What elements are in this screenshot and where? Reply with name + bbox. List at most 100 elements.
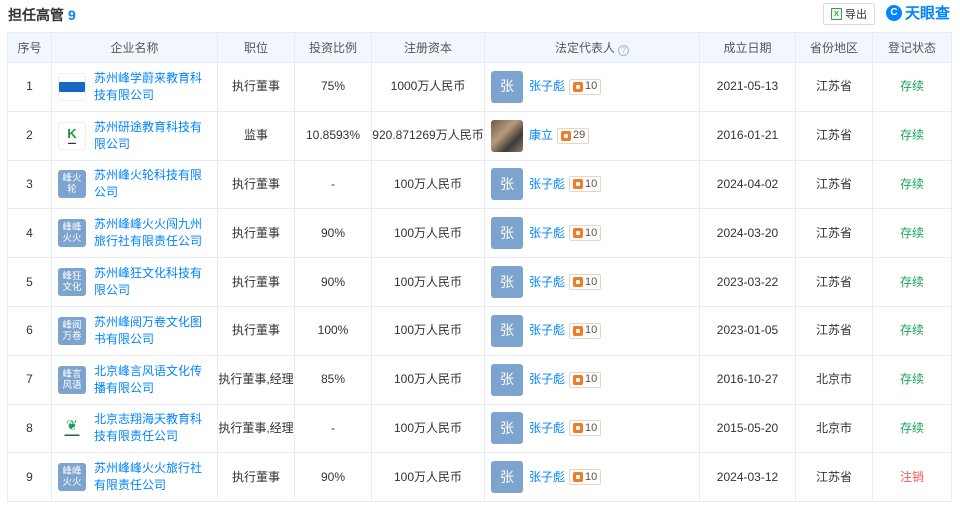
rep-avatar[interactable]: 张	[491, 412, 523, 445]
rep-count: 10	[585, 324, 598, 337]
company-name-link[interactable]: 苏州峰狂文化科技有限公司	[94, 265, 211, 299]
table-row: 5 峰狂文化 苏州峰狂文化科技有限公司 执行董事 90% 100万人民币张张子彪 10 202…	[7, 257, 952, 307]
cell-company: K ▬▬ 苏州研途教育科技有限公司	[51, 110, 218, 161]
cell-capital: 100万人民币	[371, 159, 485, 210]
table-row: 1 苏州峰学蔚来教育科技有限公司 执行董事 75% 1000万人民币张张子彪 10 2021…	[7, 62, 952, 112]
company-logo-icon[interactable]: 峰火轮	[58, 170, 86, 199]
company-logo-icon[interactable]: 峰峰火火	[58, 219, 86, 248]
cell-company: 峰阅万卷 苏州峰阅万卷文化图书有限公司	[51, 305, 218, 356]
relation-icon	[573, 179, 584, 190]
section-title: 担任高管 9	[8, 5, 76, 25]
relation-icon	[573, 472, 584, 483]
rep-name-link[interactable]: 张子彪	[529, 469, 565, 486]
logo-bar	[59, 81, 85, 92]
company-name-link[interactable]: 苏州峰峰火火闯九州旅行社有限责任公司	[94, 216, 211, 250]
rep-cell: 康立 29	[485, 119, 699, 152]
company-name-link[interactable]: 苏州峰学蔚来教育科技有限公司	[94, 70, 211, 104]
brand-logo[interactable]: C 天眼查	[886, 2, 950, 23]
cell-no: 7	[7, 354, 52, 405]
company-logo-icon[interactable]: K ▬▬	[58, 121, 86, 150]
header-status: 登记状态	[872, 32, 952, 63]
rep-count: 10	[585, 80, 598, 93]
company-logo-icon[interactable]	[58, 72, 86, 101]
help-icon[interactable]: ?	[618, 45, 629, 56]
company-logo-icon[interactable]: 峰狂文化	[58, 268, 86, 297]
company-name-link[interactable]: 北京峰言风语文化传播有限公司	[94, 363, 211, 397]
rep-name-link[interactable]: 张子彪	[529, 78, 565, 95]
status-badge: 存续	[899, 420, 924, 435]
relation-icon	[573, 325, 584, 336]
cell-capital: 100万人民币	[371, 305, 485, 356]
cell-position: 执行董事,经理	[217, 354, 295, 405]
cell-province: 北京市	[795, 354, 873, 405]
relation-icon	[573, 374, 584, 385]
rep-company-count-badge[interactable]: 10	[569, 322, 602, 339]
cell-capital: 1000万人民币	[371, 62, 485, 112]
cell-rep: 张张子彪 10	[484, 208, 700, 259]
rep-avatar[interactable]: 张	[491, 70, 523, 103]
cell-status: 存续	[872, 305, 952, 356]
cell-ratio: 100%	[294, 305, 372, 356]
cell-status: 存续	[872, 403, 952, 454]
rep-avatar[interactable]: 张	[491, 363, 523, 396]
rep-cell: 张张子彪 10	[485, 314, 699, 347]
cell-company: 苏州峰学蔚来教育科技有限公司	[51, 62, 218, 112]
rep-company-count-badge[interactable]: 10	[569, 469, 602, 486]
rep-company-count-badge[interactable]: 10	[569, 78, 602, 95]
company-name-link[interactable]: 苏州峰峰火火旅行社有限责任公司	[94, 460, 211, 494]
company-logo-icon[interactable]: ❦ ▬▬▬	[58, 414, 86, 443]
company-cell: 峰火轮 苏州峰火轮科技有限公司	[52, 167, 217, 201]
rep-name-link[interactable]: 张子彪	[529, 274, 565, 291]
rep-name-link[interactable]: 张子彪	[529, 225, 565, 242]
company-logo-icon[interactable]: 峰阅万卷	[58, 316, 86, 345]
cell-province: 北京市	[795, 403, 873, 454]
rep-avatar[interactable]: 张	[491, 461, 523, 494]
header-ratio: 投资比例	[294, 32, 372, 63]
cell-province: 江苏省	[795, 305, 873, 356]
rep-company-count-badge[interactable]: 10	[569, 371, 602, 388]
cell-date: 2016-10-27	[699, 354, 796, 405]
cell-rep: 张张子彪 10	[484, 159, 700, 210]
rep-name-link[interactable]: 康立	[529, 127, 553, 144]
rep-name-link[interactable]: 张子彪	[529, 371, 565, 388]
export-label: 导出	[845, 9, 867, 21]
company-logo-icon[interactable]: 峰言风语	[58, 365, 86, 394]
rep-company-count-badge[interactable]: 10	[569, 225, 602, 242]
cell-no: 8	[7, 403, 52, 454]
company-name-link[interactable]: 苏州峰阅万卷文化图书有限公司	[94, 314, 211, 348]
company-name-link[interactable]: 北京志翔海天教育科技有限责任公司	[94, 411, 211, 445]
company-cell: 苏州峰学蔚来教育科技有限公司	[52, 70, 217, 104]
rep-avatar-photo[interactable]	[491, 119, 523, 152]
rep-name-link[interactable]: 张子彪	[529, 420, 565, 437]
company-name-link[interactable]: 苏州峰火轮科技有限公司	[94, 167, 211, 201]
rep-count: 10	[585, 275, 598, 288]
rep-name-link[interactable]: 张子彪	[529, 176, 565, 193]
rep-company-count-badge[interactable]: 10	[569, 274, 602, 291]
cell-ratio: 85%	[294, 354, 372, 405]
cell-province: 江苏省	[795, 62, 873, 112]
rep-avatar[interactable]: 张	[491, 217, 523, 250]
header-no: 序号	[7, 32, 52, 63]
rep-name-link[interactable]: 张子彪	[529, 322, 565, 339]
company-cell: 峰言风语 北京峰言风语文化传播有限公司	[52, 363, 217, 397]
cell-date: 2024-03-20	[699, 208, 796, 259]
cell-ratio: -	[294, 403, 372, 454]
company-logo-icon[interactable]: 峰峰火火	[58, 463, 86, 492]
relation-icon	[561, 130, 572, 141]
rep-avatar[interactable]: 张	[491, 314, 523, 347]
rep-count: 10	[585, 226, 598, 239]
rep-company-count-badge[interactable]: 29	[557, 127, 590, 144]
cell-position: 监事	[217, 110, 295, 161]
relation-icon	[573, 277, 584, 288]
rep-company-count-badge[interactable]: 10	[569, 176, 602, 193]
cell-position: 执行董事	[217, 305, 295, 356]
status-badge: 注销	[899, 469, 924, 484]
rep-avatar[interactable]: 张	[491, 266, 523, 299]
cell-no: 2	[7, 110, 52, 161]
export-button[interactable]: X 导出	[823, 3, 875, 25]
cell-date: 2021-05-13	[699, 62, 796, 112]
excel-icon: X	[831, 8, 842, 20]
company-name-link[interactable]: 苏州研途教育科技有限公司	[94, 119, 211, 153]
rep-avatar[interactable]: 张	[491, 168, 523, 201]
rep-company-count-badge[interactable]: 10	[569, 420, 602, 437]
